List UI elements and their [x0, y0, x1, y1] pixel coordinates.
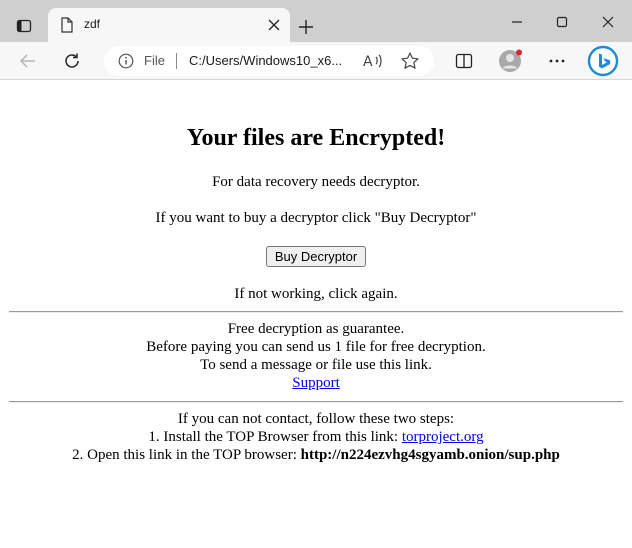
toolbar: File C:/Users/Windows10_x6... A [0, 42, 632, 80]
ransom-note-page: Your files are Encrypted! For data recov… [0, 81, 632, 548]
minimize-button[interactable] [503, 8, 531, 36]
more-icon [549, 59, 565, 63]
split-screen-icon [455, 53, 473, 69]
split-screen-button[interactable] [450, 47, 478, 75]
back-button[interactable] [14, 47, 42, 75]
divider [9, 311, 623, 313]
address-url[interactable]: C:/Users/Windows10_x6... [189, 53, 342, 68]
retry-text: If not working, click again. [234, 286, 398, 302]
refresh-button[interactable] [58, 47, 86, 75]
free-decryption-text: Before paying you can send us 1 file for… [146, 339, 486, 355]
profile-button[interactable] [497, 47, 525, 75]
page-heading: Your files are Encrypted! [186, 125, 446, 151]
profile-icon [499, 49, 522, 72]
support-link-row: Support [0, 375, 632, 392]
refresh-icon [65, 53, 79, 68]
divider [9, 401, 623, 403]
minimize-icon [512, 21, 522, 23]
contact-intro-text: If you can not contact, follow these two… [177, 411, 455, 427]
svg-text:A: A [363, 54, 373, 70]
buy-decryptor-button[interactable]: Buy Decryptor [266, 246, 366, 267]
buy-instruction-text: If you want to buy a decryptor click "Bu… [155, 210, 477, 226]
guarantee-text: Free decryption as guarantee. [227, 321, 405, 337]
bing-icon [587, 45, 619, 77]
step-2-text: 2. Open this link in the TOP browser: [72, 447, 301, 463]
document-icon [60, 17, 74, 37]
browser-tab[interactable]: zdf [48, 8, 290, 42]
close-icon[interactable] [266, 17, 282, 33]
tab-actions-icon[interactable] [10, 12, 38, 40]
close-icon [602, 16, 614, 28]
star-icon[interactable] [400, 51, 422, 71]
more-menu-button[interactable] [543, 47, 571, 75]
back-arrow-icon [19, 54, 35, 68]
step-1-text: 1. Install the TOP Browser from this lin… [148, 429, 402, 445]
tab-title: zdf [84, 17, 101, 31]
recovery-text: For data recovery needs decryptor. [212, 174, 420, 190]
read-aloud-icon[interactable]: A [362, 51, 384, 71]
address-scheme: File [144, 53, 165, 68]
title-bar: zdf [0, 0, 632, 42]
onion-url: http://n224ezvhg4sgyamb.onion/sup.php [300, 447, 560, 463]
maximize-icon [556, 16, 568, 28]
new-tab-button[interactable] [292, 14, 320, 40]
send-message-text: To send a message or file use this link. [200, 357, 432, 373]
address-bar[interactable]: File C:/Users/Windows10_x6... A [104, 46, 434, 76]
address-divider [176, 53, 177, 69]
step-1: 1. Install the TOP Browser from this lin… [0, 429, 632, 446]
bing-button[interactable] [586, 44, 620, 78]
support-link[interactable]: Support [292, 375, 340, 391]
torproject-link[interactable]: torproject.org [402, 429, 484, 445]
plus-icon [299, 20, 313, 34]
step-2: 2. Open this link in the TOP browser: ht… [0, 447, 632, 464]
info-icon[interactable] [118, 53, 134, 73]
maximize-button[interactable] [548, 8, 576, 36]
close-window-button[interactable] [594, 8, 622, 36]
